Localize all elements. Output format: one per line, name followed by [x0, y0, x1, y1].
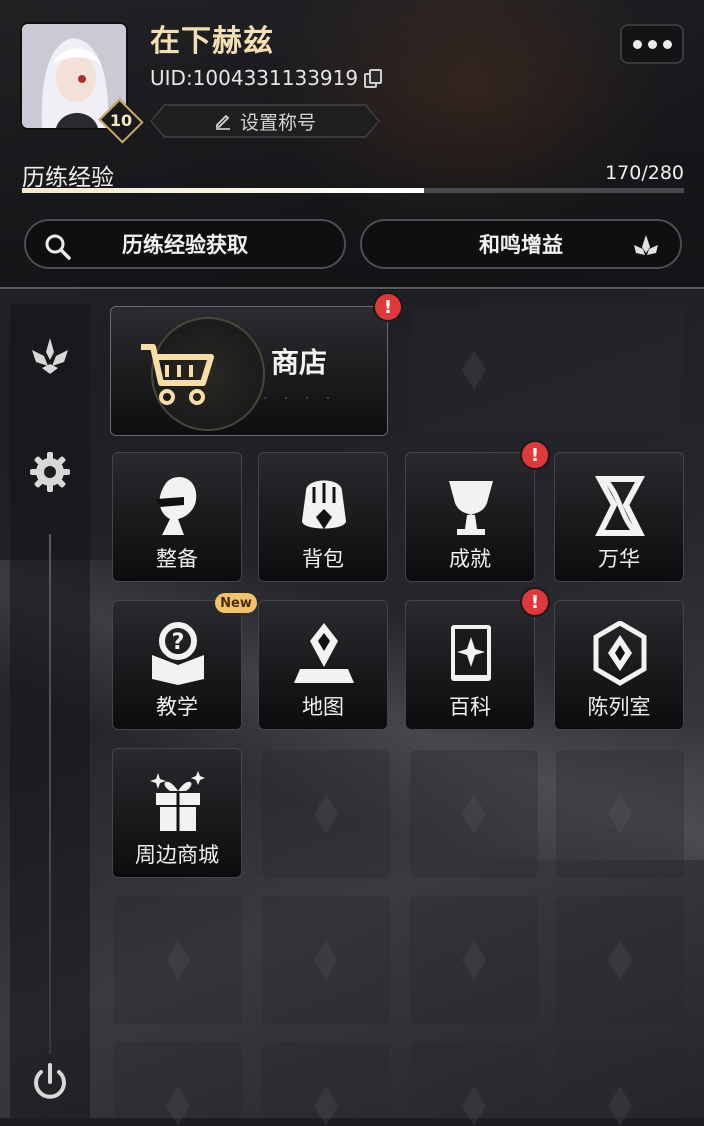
tutorial-new-badge: New	[215, 593, 257, 613]
empty-slot	[262, 750, 390, 878]
tile-label: 背包	[302, 547, 344, 571]
tile-gallery[interactable]: 陈列室	[554, 600, 684, 730]
set-title-button[interactable]: 设置称号	[152, 106, 378, 136]
tile-label: 万华	[598, 547, 640, 571]
username: 在下赫兹	[150, 24, 274, 59]
power-icon[interactable]	[28, 1060, 72, 1104]
empty-slot	[410, 1042, 538, 1118]
empty-slot	[410, 896, 538, 1024]
level-badge: 10	[109, 111, 133, 130]
question-book-icon: ?	[152, 622, 204, 685]
tile-equipment[interactable]: 整备	[112, 452, 242, 582]
tile-wanhua[interactable]: 万华	[554, 452, 684, 582]
tile-label: 教学	[156, 695, 198, 719]
experience-value: 170/280	[605, 162, 684, 184]
tile-achievements[interactable]: 成就	[405, 452, 535, 582]
header-divider	[0, 287, 704, 289]
set-title-label: 设置称号	[239, 111, 316, 134]
experience-bar-fill	[22, 188, 424, 193]
sidebar	[10, 304, 90, 1118]
exp-source-label: 历练经验获取	[122, 233, 248, 257]
svg-text:?: ?	[172, 630, 185, 655]
empty-slot	[262, 1042, 390, 1118]
tile-label: 百科	[449, 695, 491, 719]
sidebar-track	[49, 534, 51, 1054]
tile-label: 整备	[156, 547, 198, 571]
tile-map[interactable]: 地图	[258, 600, 388, 730]
backpack-icon	[302, 480, 346, 529]
character-silhouette-icon	[156, 477, 197, 535]
empty-slot	[262, 896, 390, 1024]
map-pin-icon	[294, 623, 354, 683]
more-dot-icon	[662, 39, 672, 49]
lotus-icon	[634, 235, 658, 255]
tile-encyclopedia[interactable]: 百科	[405, 600, 535, 730]
more-dot-icon	[647, 39, 657, 49]
tile-label: 地图	[302, 695, 344, 719]
empty-slot	[114, 896, 242, 1024]
resonance-buff-button[interactable]: 和鸣增益	[360, 219, 682, 269]
gift-box-icon	[150, 771, 205, 831]
experience-bar	[22, 188, 684, 193]
empty-slot	[556, 1042, 684, 1118]
tile-label: 成就	[449, 547, 491, 571]
wanhua-icon	[594, 476, 646, 536]
shop-alert-badge: !	[375, 294, 401, 320]
pencil-icon	[214, 112, 232, 130]
empty-slot	[114, 1042, 242, 1118]
shop-decoration-text: · · · ·	[263, 391, 337, 407]
tile-label: 陈列室	[587, 695, 651, 719]
uid-row: UID:1004331133919	[150, 66, 383, 90]
trophy-icon	[449, 481, 493, 535]
encyclopedia-alert-badge: !	[522, 589, 548, 615]
tile-label: 周边商城	[135, 843, 219, 867]
tile-backpack[interactable]: 背包	[258, 452, 388, 582]
empty-slot	[410, 306, 684, 434]
encyclopedia-book-icon	[451, 625, 491, 681]
empty-slot	[556, 750, 684, 878]
more-options-button[interactable]	[620, 24, 684, 64]
exp-source-button[interactable]: 历练经验获取	[24, 219, 346, 269]
copy-icon[interactable]	[364, 69, 383, 88]
search-icon	[45, 234, 71, 260]
gear-icon[interactable]	[28, 450, 72, 494]
shopping-cart-icon	[141, 344, 214, 405]
uid-text: UID:1004331133919	[150, 66, 359, 90]
shop-label: 商店	[271, 346, 328, 379]
shop-tile[interactable]: 商店 · · · ·	[110, 306, 388, 436]
empty-slot	[556, 896, 684, 1024]
gallery-emblem-icon	[593, 621, 647, 686]
emblem-icon[interactable]	[28, 334, 72, 378]
empty-slot	[410, 750, 538, 878]
achievements-alert-badge: !	[522, 442, 548, 468]
resonance-buff-label: 和鸣增益	[479, 233, 563, 257]
experience-label: 历练经验	[22, 165, 114, 191]
more-dot-icon	[632, 39, 642, 49]
tile-tutorial[interactable]: ? 教学	[112, 600, 242, 730]
tile-merch-store[interactable]: 周边商城	[112, 748, 242, 878]
